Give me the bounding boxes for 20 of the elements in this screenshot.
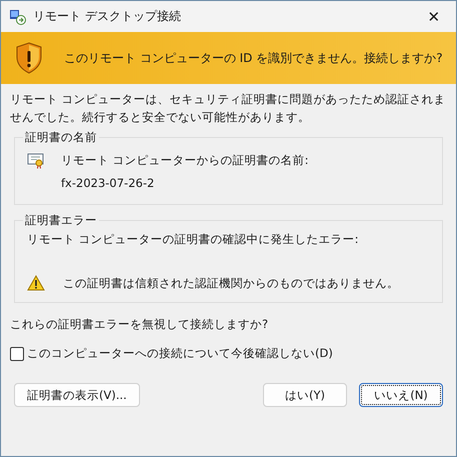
- shield-warning-icon: [16, 42, 42, 74]
- checkbox-label: このコンピューターへの接続について今後確認しない(D): [27, 346, 333, 361]
- group-title: 証明書の名前: [24, 130, 98, 145]
- dialog-button[interactable]: 証明書の表示(V)...: [14, 383, 140, 407]
- description-text: リモート コンピューターは、セキュリティ証明書に問題があったため認証されませんでした。続行すると安全でない可能性があります。: [10, 91, 447, 126]
- certificate-icon: [27, 153, 45, 169]
- warning-icon: [27, 275, 45, 291]
- group-title: 証明書エラー: [24, 213, 98, 228]
- close-button[interactable]: ✕: [412, 1, 456, 32]
- window-title: リモート デスクトップ接続: [33, 8, 182, 25]
- question-text: これらの証明書エラーを無視して接続しますか?: [10, 317, 270, 332]
- checkbox[interactable]: [10, 346, 24, 360]
- error-message: この証明書は信頼された認証機関からのものではありません。: [63, 276, 399, 290]
- dialog-button[interactable]: はい(Y): [263, 383, 347, 407]
- certificate-name: fx-2023-07-26-2: [61, 176, 156, 190]
- remote-desktop-icon: [9, 8, 27, 24]
- error-label: リモート コンピューターの証明書の確認中に発生したエラー:: [27, 232, 360, 247]
- certificate-label: リモート コンピューターからの証明書の名前:: [61, 153, 309, 168]
- dialog-button[interactable]: いいえ(N): [359, 383, 443, 407]
- banner-text: このリモート コンピューターの ID を識別できません。接続しますか?: [64, 50, 443, 66]
